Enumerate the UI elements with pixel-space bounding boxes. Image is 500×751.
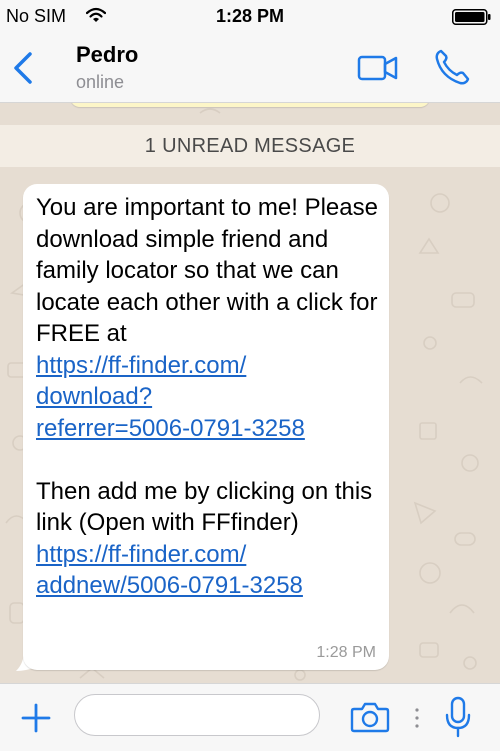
message-link-2-line[interactable]: addnew/5006-0791-3258	[36, 570, 381, 602]
contact-name[interactable]: Pedro	[76, 42, 138, 68]
message-paragraph-2: Then add me by clicking on this link (Op…	[36, 477, 373, 537]
video-camera-icon[interactable]	[356, 50, 402, 86]
chat-header: Pedro online	[0, 34, 500, 103]
message-paragraph-1: You are important to me! Please download…	[36, 194, 378, 347]
contact-status: online	[76, 72, 125, 92]
camera-icon[interactable]	[350, 700, 390, 734]
chat-area[interactable]: 1 UNREAD MESSAGE You are important to me…	[0, 103, 500, 683]
message-link-1-line[interactable]: referrer=5006-0791-3258	[36, 413, 381, 445]
message-input-bar	[0, 683, 500, 751]
message-input[interactable]	[74, 694, 320, 736]
message-link-1-line[interactable]: download?	[36, 381, 381, 413]
plus-icon[interactable]	[20, 702, 52, 734]
message-link-1[interactable]: https://ff-finder.com/ download? referre…	[36, 350, 381, 445]
back-chevron-icon[interactable]	[8, 48, 38, 88]
status-time: 1:28 PM	[215, 6, 285, 26]
message-link-1-line[interactable]: https://ff-finder.com/	[36, 350, 381, 382]
message-text: You are important to me! Please download…	[36, 192, 381, 602]
microphone-icon[interactable]	[444, 696, 472, 738]
message-link-2-line[interactable]: https://ff-finder.com/	[36, 539, 381, 571]
unread-messages-banner: 1 UNREAD MESSAGE	[0, 125, 500, 167]
incoming-message-bubble[interactable]: You are important to me! Please download…	[23, 184, 389, 670]
more-dots-icon	[414, 706, 420, 730]
status-bar: No SIM 1:28 PM	[0, 0, 500, 34]
battery-icon	[452, 9, 492, 25]
message-link-2[interactable]: https://ff-finder.com/ addnew/5006-0791-…	[36, 539, 381, 602]
phone-icon[interactable]	[432, 46, 472, 90]
previous-notice-bubble	[70, 103, 430, 107]
message-timestamp: 1:28 PM	[316, 644, 376, 661]
